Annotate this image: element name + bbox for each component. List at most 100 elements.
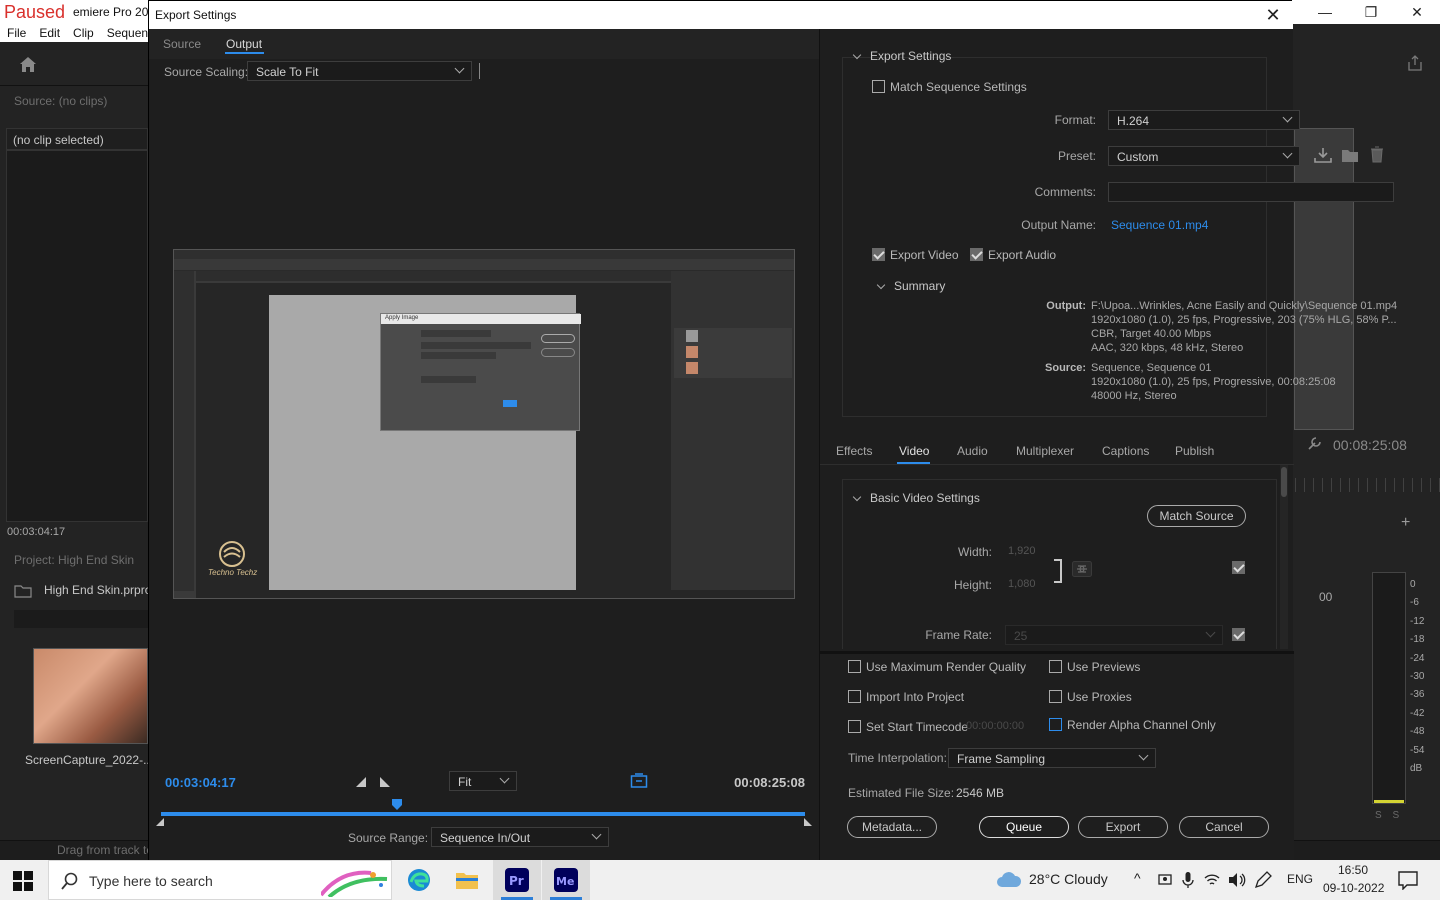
solo-buttons[interactable]: S S [1375, 810, 1403, 821]
summary-heading[interactable]: Summary [876, 279, 945, 293]
taskbar-search-box[interactable]: Type here to search [48, 860, 392, 900]
height-value[interactable]: 1,080 [1008, 578, 1036, 590]
timeline-scrubber[interactable] [161, 812, 805, 816]
preset-select[interactable]: Custom [1108, 146, 1300, 166]
wifi-icon[interactable] [1204, 872, 1220, 888]
tab-captions[interactable]: Captions [1102, 444, 1149, 458]
caret-down-icon [852, 50, 862, 60]
notification-icon[interactable] [1398, 870, 1418, 890]
wrench-icon[interactable] [1306, 436, 1322, 452]
source-timecode: 00:03:04:17 [7, 526, 66, 538]
start-timecode-value[interactable]: 00:00:00:00 [966, 720, 1024, 732]
source-scaling-select[interactable]: Scale To Fit [247, 61, 472, 81]
output-name-link[interactable]: Sequence 01.mp4 [1111, 218, 1208, 232]
home-icon[interactable] [18, 55, 38, 73]
tab-output[interactable]: Output [226, 37, 262, 51]
max-render-quality-label: Use Maximum Render Quality [866, 660, 1027, 674]
delete-preset-icon[interactable] [1370, 146, 1384, 163]
source-scaling-value: Scale To Fit [256, 65, 319, 79]
match-source-button[interactable]: Match Source [1147, 505, 1246, 527]
tab-multiplexer[interactable]: Multiplexer [1016, 444, 1074, 458]
tab-video[interactable]: Video [899, 444, 929, 458]
render-alpha-checkbox[interactable]: Render Alpha Channel Only [1049, 718, 1216, 732]
import-preset-icon[interactable] [1341, 147, 1359, 163]
source-monitor-tab[interactable]: Source: (no clips) [14, 94, 107, 108]
clock-date[interactable]: 09-10-2022 [1323, 881, 1384, 895]
tab-effects[interactable]: Effects [836, 444, 872, 458]
project-search-input[interactable] [14, 610, 148, 628]
comments-label: Comments: [1034, 185, 1096, 199]
tab-publish[interactable]: Publish [1175, 444, 1214, 458]
active-tab-underline [897, 462, 930, 464]
microphone-icon[interactable] [1182, 871, 1194, 889]
menu-edit[interactable]: Edit [32, 24, 66, 42]
chevron-down-icon [591, 829, 602, 840]
export-settings-heading[interactable]: Export Settings [852, 49, 951, 63]
clock-time[interactable]: 16:50 [1338, 863, 1368, 877]
mark-out-icon[interactable] [379, 776, 391, 788]
source-range-row: Source Range: Sequence In/Out [149, 825, 819, 849]
match-sequence-checkbox[interactable]: Match Sequence Settings [872, 80, 1027, 94]
use-previews-checkbox[interactable]: Use Previews [1049, 660, 1140, 674]
width-value[interactable]: 1,920 [1008, 545, 1036, 557]
taskbar-edge[interactable] [395, 860, 443, 900]
aspect-ratio-icon[interactable] [630, 773, 648, 789]
minimize-icon[interactable]: — [1302, 0, 1348, 24]
export-video-checkbox[interactable]: Export Video [872, 248, 959, 262]
format-select[interactable]: H.264 [1108, 110, 1300, 130]
system-tray: ^ [1134, 870, 1284, 890]
clip-thumbnail[interactable] [33, 648, 148, 744]
use-proxies-checkbox[interactable]: Use Proxies [1049, 690, 1132, 704]
windows-start-icon[interactable] [12, 870, 34, 892]
app-title: emiere Pro 202 [73, 5, 156, 19]
taskbar-file-explorer[interactable] [443, 860, 491, 900]
frame-rate-select[interactable]: 25 [1005, 625, 1223, 645]
zoom-fit-select[interactable]: Fit [449, 771, 517, 791]
frame-rate-match-checkbox[interactable] [1232, 628, 1250, 642]
close-window-icon[interactable]: ✕ [1394, 0, 1440, 24]
pen-icon[interactable] [1254, 871, 1272, 889]
mark-in-icon[interactable] [355, 776, 367, 788]
basic-video-heading[interactable]: Basic Video Settings [852, 491, 980, 505]
source-range-select[interactable]: Sequence In/Out [431, 827, 609, 847]
save-preset-icon[interactable] [1314, 147, 1332, 163]
weather-text[interactable]: 28°C Cloudy [1029, 871, 1108, 887]
add-icon[interactable]: + [1401, 514, 1410, 532]
chevron-up-icon[interactable]: ^ [1134, 870, 1141, 886]
meet-icon[interactable] [1158, 872, 1172, 888]
current-timecode[interactable]: 00:03:04:17 [165, 775, 236, 790]
cancel-button[interactable]: Cancel [1179, 816, 1269, 838]
tab-source[interactable]: Source [163, 37, 201, 51]
maximize-icon[interactable]: ❐ [1348, 0, 1394, 24]
width-height-match-checkbox[interactable] [1232, 561, 1250, 575]
import-into-project-checkbox[interactable]: Import Into Project [848, 690, 964, 704]
taskbar-premiere[interactable]: Pr [493, 860, 541, 900]
dialog-close-icon[interactable]: ✕ [1261, 3, 1285, 27]
metadata-button[interactable]: Metadata... [847, 816, 937, 838]
language-indicator[interactable]: ENG [1287, 872, 1313, 886]
scrollbar-thumb[interactable] [1281, 467, 1287, 497]
share-icon[interactable] [1406, 54, 1424, 72]
playhead-icon[interactable] [392, 799, 402, 811]
tab-audio[interactable]: Audio [957, 444, 988, 458]
export-button[interactable]: Export [1078, 816, 1168, 838]
preset-label: Preset: [1057, 149, 1096, 163]
time-interpolation-select[interactable]: Frame Sampling [948, 748, 1156, 768]
menu-sequence[interactable]: Sequen [100, 24, 154, 42]
export-audio-checkbox[interactable]: Export Audio [970, 248, 1056, 262]
comments-input[interactable] [1108, 182, 1394, 202]
dialog-title: Export Settings [155, 8, 237, 22]
set-start-timecode-checkbox[interactable]: Set Start Timecode [848, 720, 968, 734]
menu-clip[interactable]: Clip [66, 24, 100, 42]
queue-button[interactable]: Queue [979, 816, 1069, 838]
menu-file[interactable]: File [0, 24, 32, 42]
premiere-icon: Pr [505, 868, 529, 892]
taskbar-media-encoder[interactable]: Me [542, 860, 590, 900]
windows-taskbar: Type here to search Pr Me 28°C Cloudy ^ … [0, 860, 1440, 900]
time-interpolation-value: Frame Sampling [957, 752, 1046, 766]
max-render-quality-checkbox[interactable]: Use Maximum Render Quality [848, 660, 1026, 674]
project-panel-tab[interactable]: Project: High End Skin [14, 553, 134, 567]
volume-icon[interactable] [1228, 872, 1246, 888]
link-icon[interactable] [1072, 561, 1092, 577]
ps-menubar [174, 250, 794, 259]
